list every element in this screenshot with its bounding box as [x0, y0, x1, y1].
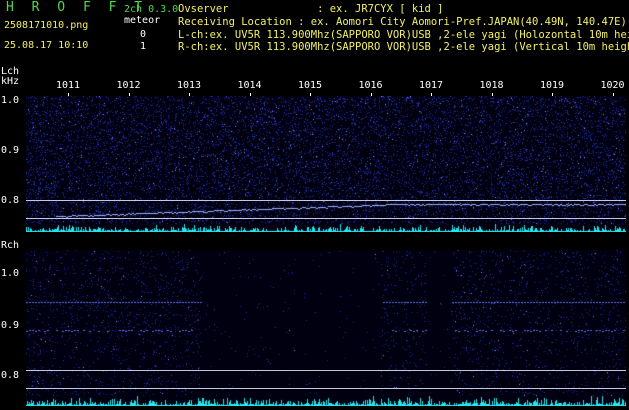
time-tick-label: 1012	[116, 80, 141, 91]
rch-label: Rch	[1, 240, 20, 251]
time-tick-label: 1011	[56, 80, 81, 91]
lch-freq-1-0: 1.0	[1, 95, 20, 106]
unit-label: kHz	[1, 76, 20, 87]
lch-meteor-count: 0	[140, 29, 147, 40]
time-tick-label: 1017	[419, 80, 444, 91]
file-name: 2508171010.png	[4, 20, 89, 31]
lch-waterfall	[26, 96, 626, 232]
lch-spectrogram	[26, 96, 626, 232]
location-line: Receiving Location : ex. Aomori City Aom…	[178, 16, 627, 28]
meteor-label: meteor	[124, 15, 161, 26]
rch-ref-line-b	[26, 388, 626, 389]
time-tick-label: 1016	[358, 80, 383, 91]
rch-freq-0-9: 0.9	[1, 320, 20, 331]
rch-meteor-count: 1	[140, 41, 147, 52]
lch-ref-line-b	[26, 218, 626, 219]
lch-freq-0-9: 0.9	[1, 145, 20, 156]
rch-freq-0-8: 0.8	[1, 370, 20, 381]
rch-receiver-line: R-ch:ex. UV5R 113.900Mhz(SAPPORO VOR)USB…	[178, 41, 629, 53]
lch-ref-line-a	[26, 200, 626, 201]
timestamp: 25.08.17 10:10	[4, 40, 89, 51]
time-tick-label: 1019	[540, 80, 565, 91]
rch-ref-line-a	[26, 370, 626, 371]
time-tick-label: 1015	[298, 80, 323, 91]
rch-spectrogram	[26, 250, 626, 406]
time-tick-label: 1013	[177, 80, 202, 91]
observer-line: Ovserver : ex. JR7CYX [ kid ]	[178, 3, 444, 15]
time-tick-label: 1018	[479, 80, 504, 91]
lch-freq-0-8: 0.8	[1, 195, 20, 206]
lch-receiver-line: L-ch:ex. UV5R 113.900Mhz(SAPPORO VOR)USB…	[178, 29, 629, 41]
time-tick-label: 1014	[237, 80, 262, 91]
rch-freq-1-0: 1.0	[1, 268, 20, 279]
time-tick-label: 1020	[600, 80, 625, 91]
rch-waterfall	[26, 250, 626, 406]
